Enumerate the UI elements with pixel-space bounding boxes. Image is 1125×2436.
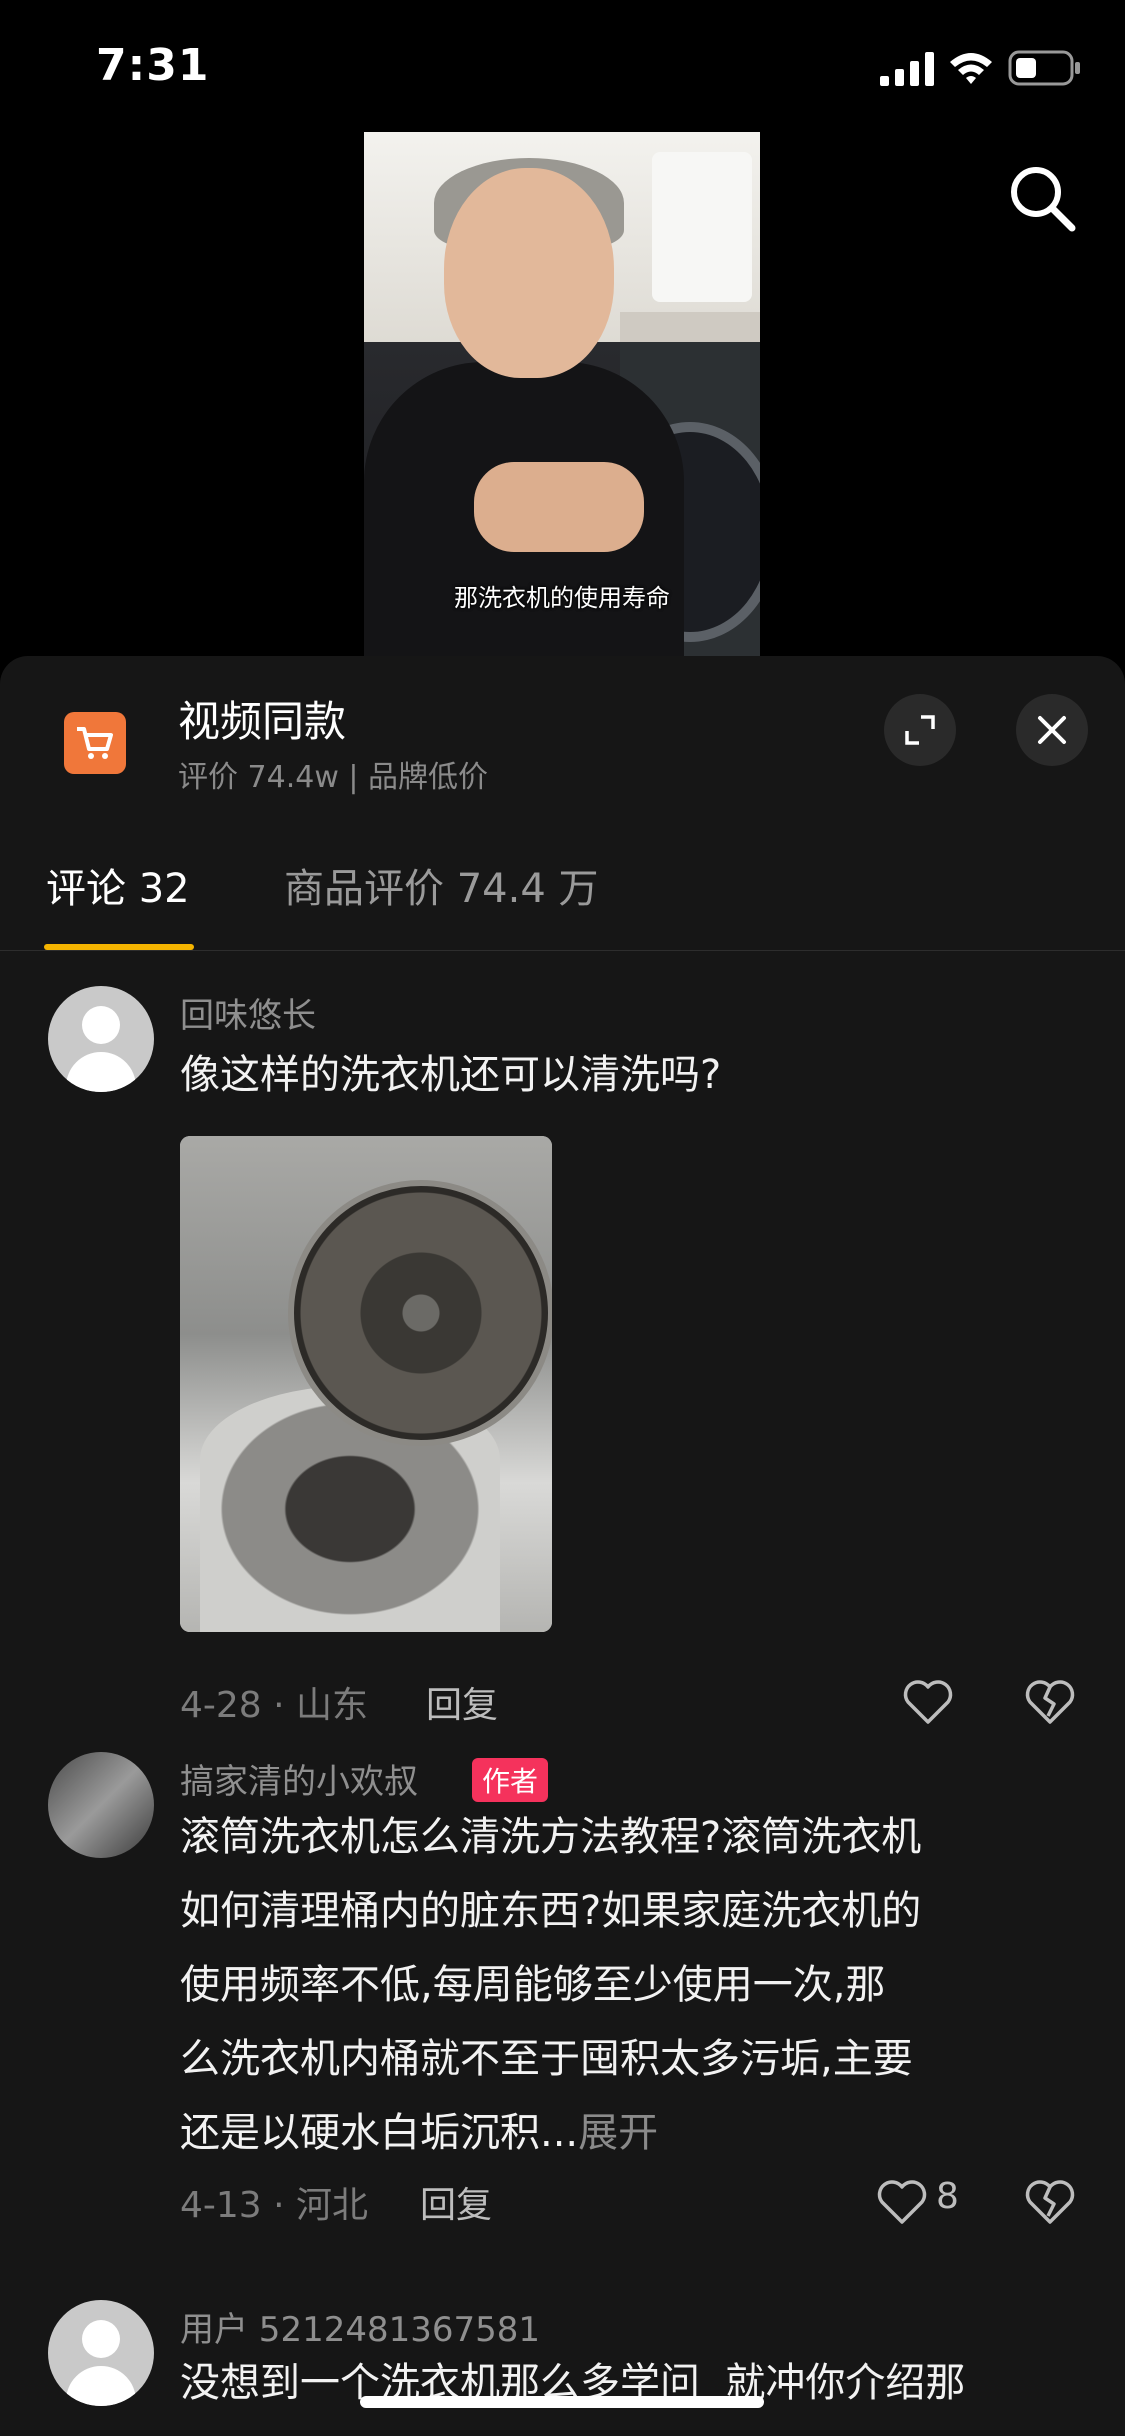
video-subtitle: 那洗衣机的使用寿命	[454, 584, 670, 612]
broken-heart-icon[interactable]	[1024, 1678, 1076, 1726]
battery-icon	[1008, 50, 1080, 86]
expand-icon	[905, 715, 935, 745]
tab-product-reviews[interactable]: 商品评价 74.4 万	[284, 856, 599, 914]
tab-bar: 评论 32 商品评价 74.4 万	[0, 826, 1125, 951]
image-pulsator	[288, 1180, 552, 1446]
active-tab-indicator	[44, 944, 194, 950]
author-badge: 作者	[472, 1758, 549, 1802]
comment-text[interactable]: 滚筒洗衣机怎么清洗方法教程?滚筒洗衣机 如何清理桶内的脏东西?如果家庭洗衣机的 …	[180, 1800, 1060, 2170]
comment-text-line: 使用频率不低,每周能够至少使用一次,那	[180, 1962, 886, 2008]
shopping-cart-icon[interactable]	[64, 712, 126, 774]
comment-text-line: 还是以硬水白垢沉积...展开	[180, 2096, 1060, 2170]
like-count: 8	[936, 2176, 959, 2217]
avatar-head	[82, 2320, 120, 2358]
tab-comments[interactable]: 评论 32	[46, 856, 190, 914]
close-button[interactable]	[1016, 694, 1088, 766]
video-person-hands	[474, 462, 644, 552]
comment-username[interactable]: 搞家清的小欢叔	[180, 1754, 418, 1803]
product-title[interactable]: 视频同款	[178, 688, 346, 749]
video-appliance	[652, 152, 752, 302]
home-indicator[interactable]	[360, 2396, 764, 2408]
expand-button[interactable]	[884, 694, 956, 766]
comment-username[interactable]: 用户 5212481367581	[180, 2302, 540, 2351]
reply-button[interactable]: 回复	[426, 1676, 498, 1728]
signal-icon	[880, 52, 934, 86]
avatar[interactable]	[48, 2300, 154, 2406]
video-player[interactable]: 那洗衣机的使用寿命	[364, 132, 760, 658]
comment-text-line: 滚筒洗衣机怎么清洗方法教程?滚筒洗衣机	[180, 1814, 922, 1860]
status-time: 7:31	[96, 40, 210, 91]
comment-meta: 4-13 · 河北	[180, 2185, 369, 2226]
heart-icon[interactable]	[902, 1678, 954, 1726]
broken-heart-icon[interactable]	[1024, 2178, 1076, 2226]
comment-image[interactable]	[180, 1136, 552, 1632]
comment-text-line: 么洗衣机内桶就不至于囤积太多污垢,主要	[180, 2036, 913, 2082]
comment-text-line: 如何清理桶内的脏东西?如果家庭洗衣机的	[180, 1888, 922, 1934]
expand-comment-link[interactable]: 展开	[578, 2110, 658, 2156]
avatar[interactable]	[48, 986, 154, 1092]
comment-text-line-part: 还是以硬水白垢沉积...	[180, 2110, 579, 2156]
comment-panel: 视频同款 评价 74.4w | 品牌低价 评论 32 商品评价 74.4 万 回…	[0, 656, 1125, 2436]
close-icon	[1038, 716, 1066, 744]
avatar-body	[66, 2366, 136, 2406]
heart-icon[interactable]	[876, 2178, 928, 2226]
comment-text[interactable]: 没想到一个洗衣机那么多学问 就冲你介绍那	[180, 2346, 1060, 2420]
avatar-head	[82, 1006, 120, 1044]
product-subtitle: 评价 74.4w | 品牌低价	[178, 760, 489, 795]
comment-meta: 4-28 · 山东	[180, 1685, 369, 1726]
video-person-head	[444, 168, 614, 378]
wifi-icon	[950, 53, 992, 84]
search-icon[interactable]	[1008, 164, 1076, 232]
status-bar: 7:31	[0, 0, 1125, 140]
comment-text[interactable]: 像这样的洗衣机还可以清洗吗?	[180, 1038, 1060, 1112]
comment-username[interactable]: 回味悠长	[180, 988, 316, 1037]
avatar-body	[66, 1052, 136, 1092]
avatar[interactable]	[48, 1752, 154, 1858]
reply-button[interactable]: 回复	[420, 2176, 492, 2228]
